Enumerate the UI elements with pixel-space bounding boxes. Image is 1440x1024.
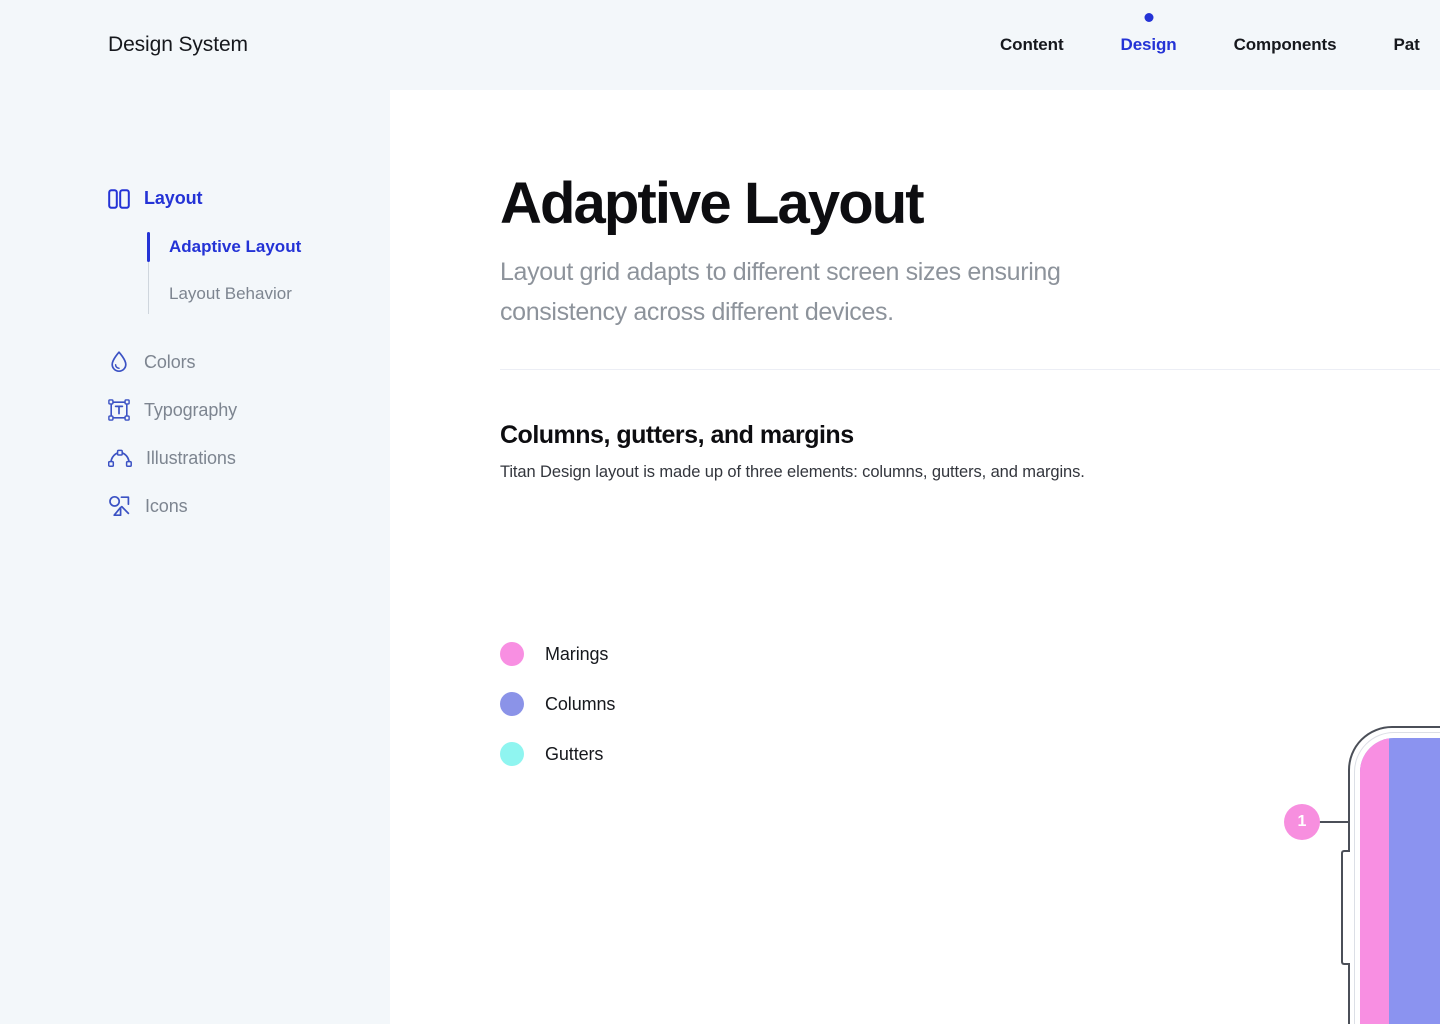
sidebar-item-typography-label: Typography [144,399,238,420]
nav-item-components[interactable]: Components [1234,35,1337,55]
section-body: Titan Design layout is made up of three … [500,463,1085,481]
nav-item-components-label: Components [1233,35,1337,54]
legend-swatch-columns [500,692,524,716]
nav-item-content[interactable]: Content [1000,35,1064,55]
page-title: Adaptive Layout [500,171,925,236]
sidebar-group-layout-label: Layout [144,188,203,208]
sidebar-subnav: Adaptive Layout Layout Behavior [147,232,378,314]
shapes-icon [108,495,131,517]
sidebar-item-colors[interactable]: Colors [108,348,368,376]
legend-item-columns: Columns [500,692,615,716]
grid-margin-left [1360,738,1389,1024]
droplet-icon [108,350,130,374]
active-nav-dot-icon [1144,13,1154,22]
phone-screen-grid [1360,738,1440,1024]
sidebar-item-illustrations-label: Illustrations [146,447,236,468]
type-frame-icon [108,399,130,421]
phone-volume-up-button[interactable] [1341,850,1350,965]
legend-swatch-gutters [500,742,524,766]
nav-item-content-label: Content [1000,35,1064,54]
app-root: Design System Content Design Components … [0,0,1440,1024]
legend-label-margins: Marings [545,643,609,664]
nav-item-design-label: Design [1120,35,1177,54]
bezier-curve-icon [108,448,132,468]
legend-item-gutters: Gutters [500,742,615,766]
nav-item-patterns[interactable]: Pat [1393,35,1419,55]
top-header: Design System Content Design Components … [0,0,1440,90]
sidebar-item-adaptive-layout-label: Adaptive Layout [169,237,302,256]
columns-icon [108,188,130,209]
main-content: Adaptive Layout Layout grid adapts to di… [390,90,1440,1024]
sidebar-item-icons-label: Icons [145,495,188,516]
sidebar-item-layout-behavior-label: Layout Behavior [169,284,292,303]
sidebar-item-adaptive-layout[interactable]: Adaptive Layout [148,232,378,262]
nav-item-patterns-label: Pat [1393,35,1420,54]
nav-item-design[interactable]: Design [1120,13,1177,55]
sidebar-item-typography[interactable]: Typography [108,396,368,424]
sidebar-item-icons[interactable]: Icons [108,492,368,520]
legend-swatch-margins [500,642,524,666]
callout-badge-1-number: 1 [1297,813,1307,830]
legend-label-gutters: Gutters [545,743,604,764]
section-title: Columns, gutters, and margins [500,421,854,449]
sidebar-links: Colors Typography Illustrations Icons [108,348,368,540]
diagram-legend: Marings Columns Gutters [500,642,615,792]
primary-nav: Content Design Components Pat [1000,0,1420,90]
sidebar-item-colors-label: Colors [144,351,196,372]
sidebar-item-layout-behavior[interactable]: Layout Behavior [148,279,378,309]
sidebar-group-layout[interactable]: Layout [108,188,203,209]
sidebar: Layout Adaptive Layout Layout Behavior C… [0,90,390,1024]
brand-title: Design System [108,33,248,56]
callout-badge-1[interactable]: 1 [1284,804,1320,840]
phone-grid-diagram: 2 3 1 [830,550,1440,1024]
page-subtitle: Layout grid adapts to different screen s… [500,258,1061,326]
sidebar-item-illustrations[interactable]: Illustrations [108,444,368,472]
legend-item-margins: Marings [500,642,615,666]
section-divider [500,369,1440,370]
legend-label-columns: Columns [545,693,616,714]
